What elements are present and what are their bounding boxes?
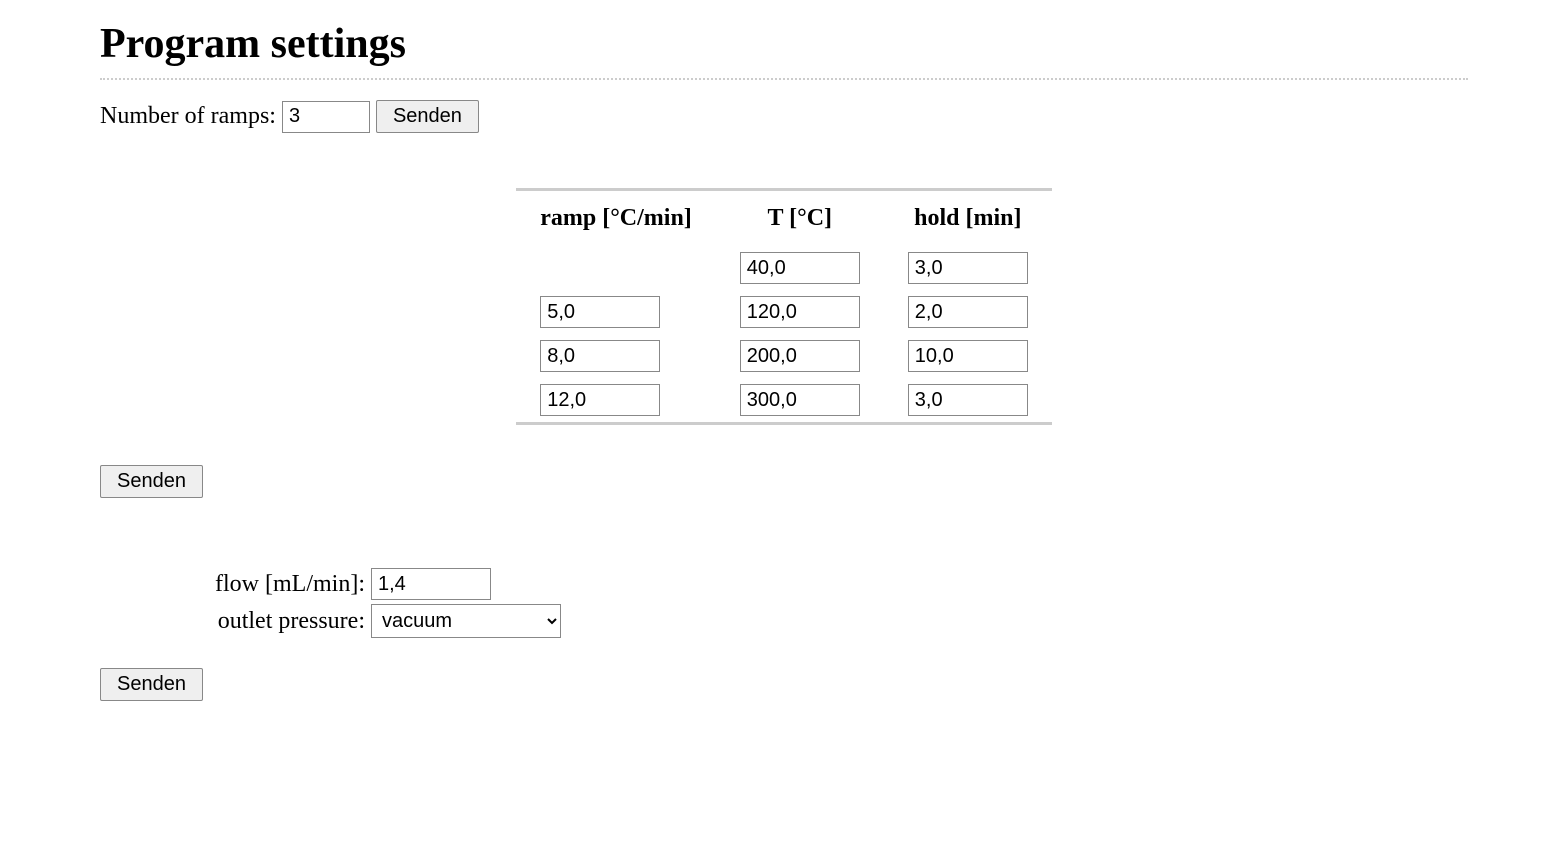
ramp-count-row: Number of ramps: Senden <box>100 100 1468 133</box>
outlet-label: outlet pressure: <box>175 608 365 635</box>
col-header-hold: hold [min] <box>884 190 1052 247</box>
outlet-pressure-select[interactable]: vacuum <box>371 604 561 638</box>
ramps-table-wrapper: ramp [°C/min] T [°C] hold [min] <box>100 188 1468 425</box>
t-input[interactable] <box>740 340 860 372</box>
ramp-count-label: Number of ramps: <box>100 103 276 130</box>
flow-input[interactable] <box>371 568 491 600</box>
table-row <box>516 246 1052 290</box>
table-row <box>516 290 1052 334</box>
ramp-input[interactable] <box>540 340 660 372</box>
table-header-row: ramp [°C/min] T [°C] hold [min] <box>516 190 1052 247</box>
t-input[interactable] <box>740 384 860 416</box>
flow-row: flow [mL/min]: <box>175 568 1468 600</box>
divider <box>100 78 1468 80</box>
bottom-submit-button[interactable]: Senden <box>100 668 203 701</box>
ramps-table: ramp [°C/min] T [°C] hold [min] <box>516 188 1052 425</box>
table-row <box>516 378 1052 424</box>
flow-label: flow [mL/min]: <box>175 571 365 598</box>
bottom-section: flow [mL/min]: outlet pressure: vacuum <box>100 568 1468 638</box>
hold-input[interactable] <box>908 296 1028 328</box>
t-input[interactable] <box>740 296 860 328</box>
t-input[interactable] <box>740 252 860 284</box>
hold-input[interactable] <box>908 384 1028 416</box>
ramp-count-input[interactable] <box>282 101 370 133</box>
ramp-input[interactable] <box>540 384 660 416</box>
table-submit-button[interactable]: Senden <box>100 465 203 498</box>
col-header-ramp: ramp [°C/min] <box>516 190 716 247</box>
outlet-row: outlet pressure: vacuum <box>175 604 1468 638</box>
ramp-count-submit-button[interactable]: Senden <box>376 100 479 133</box>
page-title: Program settings <box>100 20 1468 68</box>
hold-input[interactable] <box>908 340 1028 372</box>
ramp-input[interactable] <box>540 296 660 328</box>
col-header-t: T [°C] <box>716 190 884 247</box>
table-row <box>516 334 1052 378</box>
table-body <box>516 246 1052 424</box>
hold-input[interactable] <box>908 252 1028 284</box>
